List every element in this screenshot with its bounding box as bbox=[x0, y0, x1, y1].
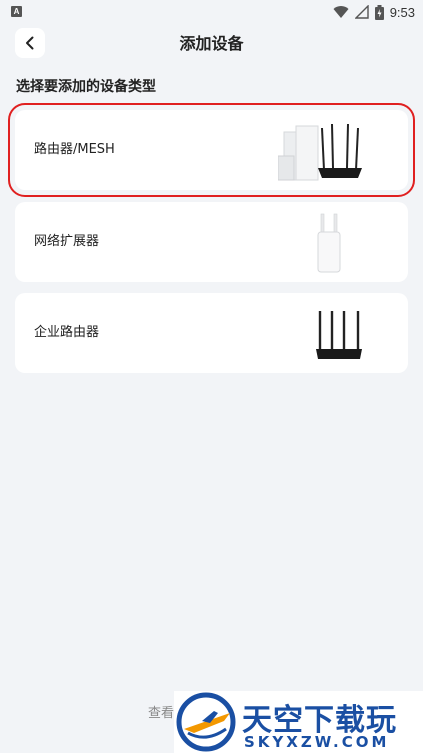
wifi-icon bbox=[333, 6, 349, 19]
page-title: 添加设备 bbox=[179, 34, 244, 53]
header: 添加设备 bbox=[0, 24, 423, 64]
chevron-left-icon bbox=[26, 36, 34, 50]
watermark: 天空下载玩 SKYXZW.COM bbox=[174, 691, 423, 753]
status-icons: 9:53 bbox=[333, 4, 415, 20]
battery-icon bbox=[374, 4, 384, 20]
device-card-enterprise-router[interactable]: 企业路由器 bbox=[15, 293, 408, 373]
enterprise-router-icon bbox=[316, 311, 362, 359]
mesh-router-icon bbox=[278, 123, 362, 181]
status-bar: A 9:53 bbox=[0, 0, 423, 24]
back-button[interactable] bbox=[15, 28, 45, 58]
watermark-domain-text: SKYXZW.COM bbox=[244, 733, 390, 751]
device-name: 企业路由器 bbox=[34, 325, 100, 340]
app-notification-icon: A bbox=[11, 6, 22, 17]
section-title: 选择要添加的设备类型 bbox=[16, 79, 156, 95]
signal-icon bbox=[354, 5, 369, 19]
view-link[interactable]: 查看 bbox=[148, 702, 174, 721]
device-card-router-mesh[interactable]: 路由器/MESH bbox=[8, 103, 415, 197]
device-name: 网络扩展器 bbox=[34, 234, 100, 249]
range-extender-icon bbox=[317, 213, 341, 273]
watermark-logo-icon bbox=[176, 692, 236, 752]
device-name: 路由器/MESH bbox=[34, 142, 115, 157]
status-time: 9:53 bbox=[389, 4, 415, 20]
device-card-extender[interactable]: 网络扩展器 bbox=[15, 202, 408, 282]
